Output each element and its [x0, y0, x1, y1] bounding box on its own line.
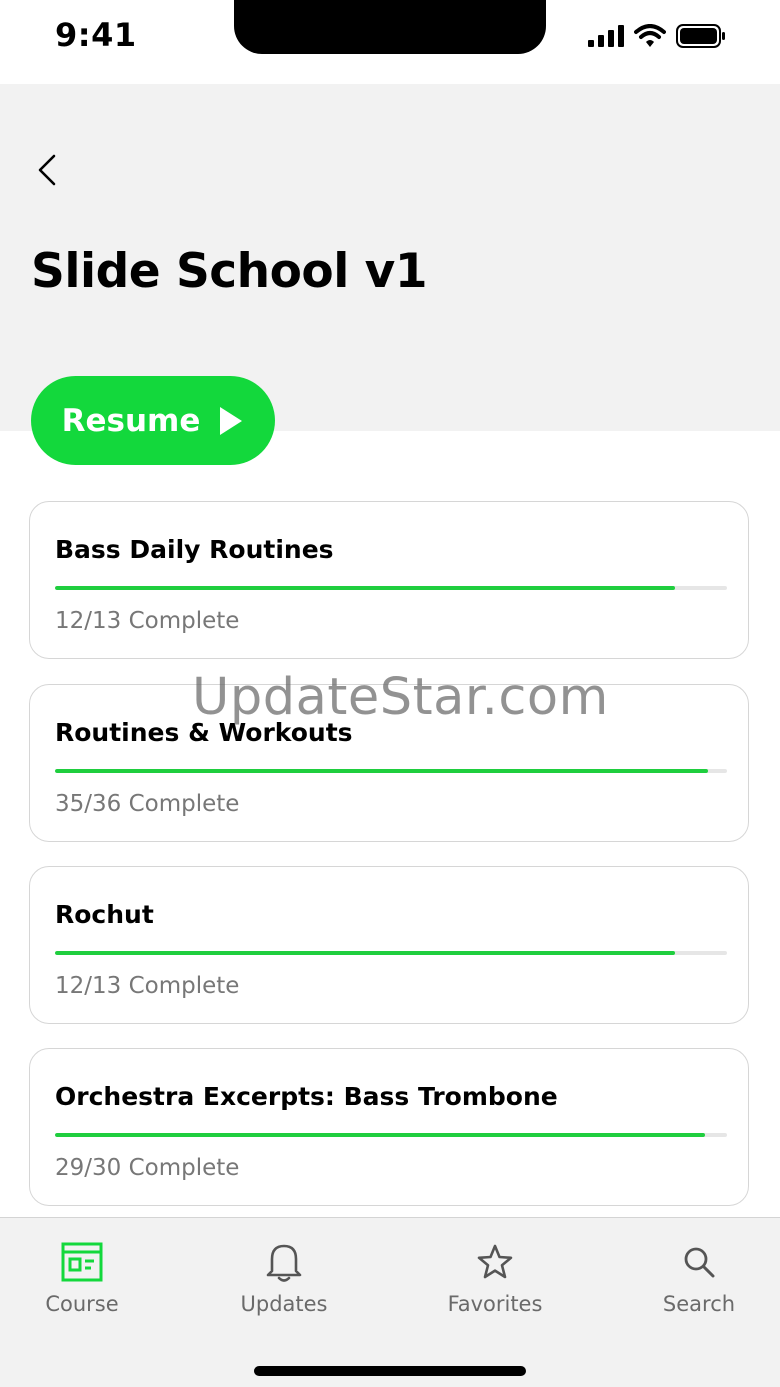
notch: [234, 0, 546, 54]
course-status: 29/30 Complete: [55, 1155, 240, 1181]
back-button[interactable]: [30, 150, 64, 190]
bell-icon: [266, 1244, 302, 1282]
course-title: Orchestra Excerpts: Bass Trombone: [55, 1082, 558, 1111]
status-icons: [588, 24, 726, 48]
star-icon: [477, 1244, 513, 1279]
tab-label: Favorites: [447, 1292, 543, 1316]
course-card[interactable]: Bass Daily Routines 12/13 Complete: [29, 501, 749, 659]
course-card[interactable]: Routines & Workouts 35/36 Complete: [29, 684, 749, 842]
course-progress-fill: [55, 586, 676, 590]
tab-updates[interactable]: Updates: [204, 1240, 364, 1316]
course-progress-fill: [55, 769, 709, 773]
tab-search[interactable]: Search: [619, 1240, 779, 1316]
course-progress-fill: [55, 951, 676, 955]
status-time: 9:41: [55, 16, 137, 54]
page-title: Slide School v1: [31, 244, 428, 299]
tab-favorites[interactable]: Favorites: [415, 1240, 575, 1316]
course-title: Bass Daily Routines: [55, 535, 334, 564]
tab-course[interactable]: Course: [2, 1240, 162, 1316]
resume-label: Resume: [61, 402, 201, 439]
tab-label: Course: [45, 1292, 119, 1316]
course-status: 12/13 Complete: [55, 973, 240, 999]
battery-icon: [676, 24, 725, 48]
status-bar: 9:41: [0, 0, 780, 84]
course-title: Routines & Workouts: [55, 718, 353, 747]
wifi-icon: [634, 24, 666, 47]
course-progress-bar: [55, 1133, 727, 1137]
tab-bar: Course Updates Favorites Search: [0, 1217, 780, 1387]
tab-label: Search: [662, 1292, 736, 1316]
play-icon: [220, 406, 243, 435]
course-progress-bar: [55, 951, 727, 955]
course-card[interactable]: Rochut 12/13 Complete: [29, 866, 749, 1024]
course-status: 35/36 Complete: [55, 791, 240, 817]
course-progress-bar: [55, 586, 727, 590]
chevron-left-icon: [38, 154, 56, 186]
course-title: Rochut: [55, 900, 154, 929]
search-icon: [684, 1247, 715, 1278]
course-progress-bar: [55, 769, 727, 773]
resume-button[interactable]: Resume: [31, 376, 275, 465]
course-card[interactable]: Orchestra Excerpts: Bass Trombone 29/30 …: [29, 1048, 749, 1206]
course-status: 12/13 Complete: [55, 608, 240, 634]
tab-label: Updates: [240, 1292, 328, 1316]
course-icon: [61, 1242, 103, 1282]
signal-icon: [588, 25, 624, 47]
course-progress-fill: [55, 1133, 705, 1137]
home-indicator: [254, 1366, 526, 1376]
